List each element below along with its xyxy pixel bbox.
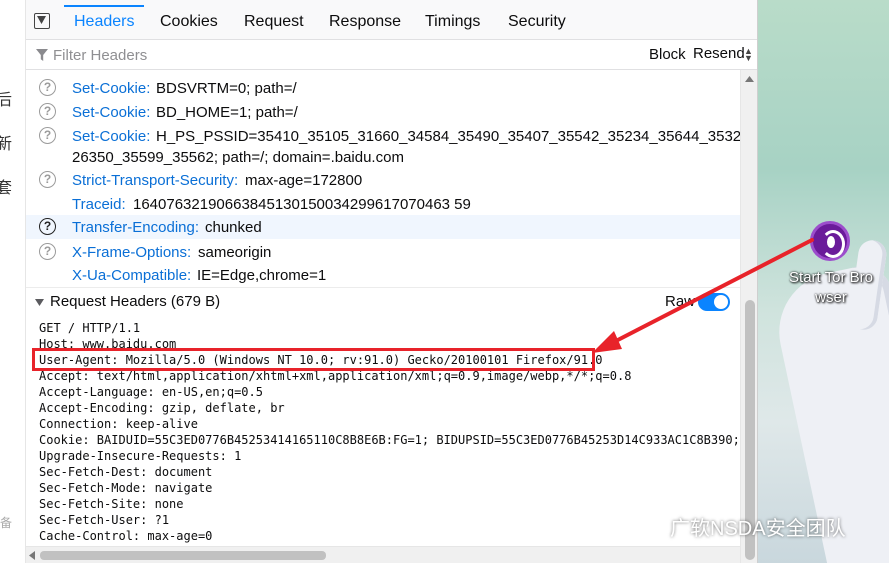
desktop-shortcut-label[interactable]: Start Tor Bro wser [778, 268, 884, 308]
shortcut-label-line: Start Tor Bro [789, 269, 873, 286]
raw-line: Sec-Fetch-User: ?1 [39, 513, 170, 527]
raw-line: Accept-Language: en-US,en;q=0.5 [39, 385, 263, 399]
header-row[interactable]: ? X-Frame-Options: sameorigin [26, 242, 740, 264]
header-value: IE=Edge,chrome=1 [197, 267, 327, 284]
header-row[interactable]: ? Strict-Transport-Security: max-age=172… [26, 170, 740, 192]
header-name: Set-Cookie: [72, 80, 151, 97]
header-row[interactable]: Traceid: 1640763219066384513015003429961… [26, 194, 740, 216]
background-text: 备 [0, 516, 13, 530]
header-value: max-age=172800 [245, 172, 363, 189]
section-title: Request Headers (679 B) [50, 293, 221, 310]
header-name: Strict-Transport-Security: [72, 172, 239, 189]
desktop-wallpaper: Start Tor Bro wser [758, 0, 889, 563]
header-value: BDSVRTM=0; path=/ [156, 80, 297, 97]
raw-line: Cookie: BAIDUID=55C3ED0776B4525341416511… [39, 433, 740, 447]
raw-line: Upgrade-Insecure-Requests: 1 [39, 449, 242, 463]
header-row[interactable]: ? Set-Cookie: H_PS_PSSID=35410_35105_316… [26, 126, 757, 170]
filter-icon [36, 49, 48, 61]
raw-toggle-switch[interactable] [698, 293, 730, 311]
tab-cookies[interactable]: Cookies [160, 0, 218, 40]
request-headers-section-header[interactable]: Request Headers (679 B) Raw [26, 287, 740, 315]
filter-bar: Block Resend ▲▼ [26, 40, 757, 70]
tab-timings[interactable]: Timings [425, 0, 480, 40]
toggle-panel-button[interactable] [26, 0, 60, 40]
background-text: 新 [0, 130, 12, 154]
header-value-continued: 26350_35599_35562; path=/; domain=.baidu… [72, 149, 404, 166]
header-value: sameorigin [198, 244, 272, 261]
raw-line: Cache-Control: max-age=0 [39, 529, 213, 543]
details-tab-bar: Headers Cookies Request Response Timings… [26, 0, 757, 40]
help-icon[interactable]: ? [39, 171, 56, 188]
resend-button[interactable]: Resend [693, 45, 745, 62]
chevron-updown-icon: ▲ ▼ [744, 46, 753, 63]
wechat-icon [630, 514, 664, 539]
background-text: 后 [0, 86, 12, 110]
watermark-text: 广软NSDA安全团队 [670, 518, 846, 540]
help-icon[interactable]: ? [39, 127, 56, 144]
raw-line: Connection: keep-alive [39, 417, 198, 431]
header-row-highlighted[interactable]: ? Transfer-Encoding: chunked [26, 215, 740, 239]
raw-line: Sec-Fetch-Dest: document [39, 465, 213, 479]
raw-line: Sec-Fetch-Site: none [39, 497, 184, 511]
tab-request[interactable]: Request [244, 0, 304, 40]
raw-toggle-label: Raw [665, 293, 696, 310]
annotation-highlight-box [32, 348, 595, 371]
tab-headers[interactable]: Headers [63, 0, 146, 40]
tab-response[interactable]: Response [329, 0, 401, 40]
chevron-down-icon[interactable] [35, 299, 44, 306]
help-icon[interactable]: ? [39, 218, 56, 235]
tor-browser-icon[interactable] [810, 221, 850, 261]
panel-toggle-icon [34, 13, 50, 29]
raw-line: Sec-Fetch-Mode: navigate [39, 481, 213, 495]
header-name: Set-Cookie: [72, 128, 151, 145]
header-name: X-Frame-Options: [72, 244, 192, 261]
raw-line: GET / HTTP/1.1 [39, 321, 141, 335]
horizontal-scrollbar[interactable] [26, 546, 740, 563]
shortcut-label-line: wser [815, 289, 847, 306]
filter-headers-input[interactable] [53, 45, 633, 65]
header-row[interactable]: ? Set-Cookie: BDSVRTM=0; path=/ [26, 78, 740, 100]
header-name: Traceid: [72, 196, 126, 213]
background-page: 后 新 套 备 [0, 0, 26, 563]
header-value: chunked [205, 219, 262, 236]
header-row[interactable]: ? Set-Cookie: BD_HOME=1; path=/ [26, 102, 740, 124]
background-text: 套 [0, 174, 12, 198]
network-details-panel: Headers Cookies Request Response Timings… [26, 0, 758, 563]
header-name: Transfer-Encoding: [72, 219, 200, 236]
tab-security[interactable]: Security [508, 0, 566, 40]
header-value: 16407632190663845130150034299617070463 5… [133, 196, 471, 213]
header-value: H_PS_PSSID=35410_35105_31660_34584_35490… [156, 128, 758, 145]
help-icon[interactable]: ? [39, 103, 56, 120]
scroll-left-icon[interactable] [29, 551, 35, 560]
scrollbar-thumb[interactable] [40, 551, 326, 560]
raw-line: Accept-Encoding: gzip, deflate, br [39, 401, 285, 415]
help-icon[interactable]: ? [39, 79, 56, 96]
header-value: BD_HOME=1; path=/ [156, 104, 298, 121]
vertical-scrollbar[interactable] [740, 70, 757, 563]
help-icon[interactable]: ? [39, 243, 56, 260]
header-row[interactable]: X-Ua-Compatible: IE=Edge,chrome=1 [26, 265, 740, 287]
header-name: Set-Cookie: [72, 104, 151, 121]
block-button[interactable]: Block [649, 46, 686, 63]
scroll-up-icon[interactable] [745, 76, 754, 82]
header-name: X-Ua-Compatible: [72, 267, 192, 284]
